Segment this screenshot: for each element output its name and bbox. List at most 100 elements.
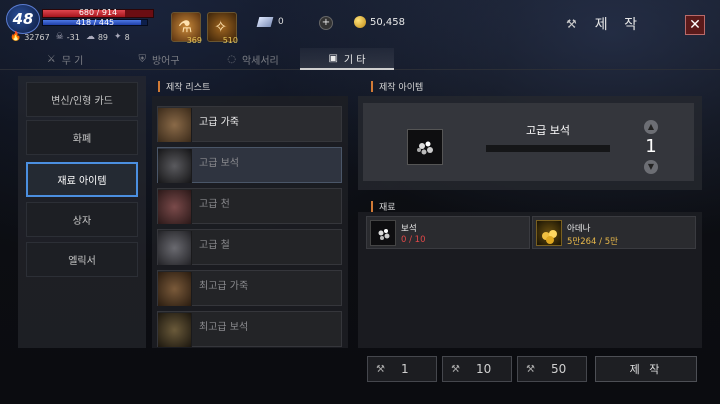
craft-item-panel: 고급 보석 ▲ 1 ▼ bbox=[358, 96, 702, 190]
quantity-50-label: 50 bbox=[550, 362, 567, 376]
hp-text: 680 / 914 bbox=[78, 8, 118, 17]
quick-slot-count: 510 bbox=[222, 36, 238, 45]
stat-pet: ✦ 8 bbox=[114, 32, 130, 42]
list-item[interactable]: 고급 천 bbox=[157, 188, 342, 224]
tab-bar: ⚔ 무 기 ⛨ 방어구 ◌ 악세서리 ▣ 기 타 bbox=[0, 48, 720, 70]
coin-pile-graphic bbox=[542, 230, 557, 244]
scroll-icon: ✧ bbox=[214, 17, 228, 36]
header-accent-bar bbox=[371, 201, 373, 212]
material-slot[interactable]: 아데나 5만264 / 5만 bbox=[532, 216, 696, 249]
hammer-icon: ⚒ bbox=[376, 363, 385, 375]
quantity-1-button[interactable]: ⚒ 1 bbox=[367, 356, 437, 382]
tab-label: 무 기 bbox=[61, 55, 84, 67]
list-item-name: 최고급 가죽 bbox=[199, 281, 249, 292]
category-transform-card[interactable]: 변신/인형 카드 bbox=[26, 82, 138, 117]
add-currency-button[interactable]: + bbox=[319, 16, 333, 30]
increase-quantity-button[interactable]: ▲ bbox=[644, 120, 658, 134]
iron-icon bbox=[158, 231, 192, 265]
craft-item-header: 제작 아이템 bbox=[371, 80, 423, 93]
list-item-name: 고급 천 bbox=[199, 199, 230, 210]
category-currency[interactable]: 화폐 bbox=[26, 120, 138, 155]
stat-karma: ☁ 89 bbox=[86, 32, 108, 42]
karma-icon: ☁ bbox=[85, 32, 95, 42]
craft-item-inner: 고급 보석 ▲ 1 ▼ bbox=[363, 103, 694, 181]
stat-flame: 🔥 32767 bbox=[10, 32, 50, 42]
tab-armor[interactable]: ⛨ 방어구 bbox=[112, 48, 206, 70]
hp-bar: 680 / 914 bbox=[42, 8, 154, 18]
material-slot[interactable]: 보석 0 / 10 bbox=[366, 216, 530, 249]
list-item-name: 고급 가죽 bbox=[199, 117, 239, 128]
decrease-quantity-button[interactable]: ▼ bbox=[644, 160, 658, 174]
tab-label: 방어구 bbox=[151, 55, 180, 67]
ring-icon: ◌ bbox=[227, 53, 236, 65]
adena-currency: 50,458 bbox=[354, 16, 405, 28]
gem-icon bbox=[407, 129, 443, 165]
tab-accessory[interactable]: ◌ 악세서리 bbox=[206, 48, 300, 70]
quantity-stepper: ▲ 1 ▼ bbox=[641, 120, 661, 176]
material-name: 보석 bbox=[401, 224, 417, 234]
craft-item-name: 고급 보석 bbox=[526, 124, 570, 137]
anvil-icon: ⚒ bbox=[566, 17, 583, 31]
quick-slot-potion[interactable]: ⚗ 369 bbox=[171, 12, 202, 45]
gem-icon bbox=[370, 220, 396, 246]
tab-weapon[interactable]: ⚔ 무 기 bbox=[18, 48, 112, 70]
list-item[interactable]: 고급 가죽 bbox=[157, 106, 342, 142]
mp-bar: 418 / 445 bbox=[42, 18, 148, 27]
potion-icon: ⚗ bbox=[178, 17, 193, 36]
list-item[interactable]: 최고급 보석 bbox=[157, 311, 342, 347]
adena-icon bbox=[536, 220, 562, 246]
armor-icon: ⛨ bbox=[138, 53, 146, 65]
close-icon: ✕ bbox=[689, 17, 701, 33]
gem-currency: 0 bbox=[256, 17, 284, 27]
quantity-50-button[interactable]: ⚒ 50 bbox=[517, 356, 587, 382]
gem-cluster-graphic bbox=[378, 229, 390, 240]
craft-list: 고급 가죽 고급 보석 고급 천 고급 철 최고급 가죽 최고급 보석 bbox=[152, 96, 348, 348]
flame-icon: 🔥 bbox=[10, 32, 22, 42]
pet-icon: ✦ bbox=[114, 32, 122, 42]
stat-karma-value: 89 bbox=[97, 32, 109, 42]
material-name: 아데나 bbox=[567, 224, 591, 234]
hammer-icon: ⚒ bbox=[451, 363, 460, 375]
list-item-name: 최고급 보석 bbox=[199, 322, 249, 333]
category-material[interactable]: 재료 아이템 bbox=[26, 162, 138, 197]
quantity-1-label: 1 bbox=[400, 362, 409, 376]
stat-skull: ☠ -31 bbox=[56, 32, 80, 42]
material-count: 0 / 10 bbox=[401, 235, 426, 245]
category-elixir[interactable]: 엘릭서 bbox=[26, 242, 138, 277]
mp-text: 418 / 445 bbox=[75, 18, 115, 27]
material-count: 5만264 / 5만 bbox=[567, 237, 618, 247]
craft-item-title: 제작 아이템 bbox=[379, 83, 424, 93]
skull-icon: ☠ bbox=[55, 32, 64, 42]
page-title: ⚒ 제 작 bbox=[566, 14, 643, 34]
quantity-10-label: 10 bbox=[475, 362, 492, 376]
gem-icon bbox=[256, 17, 274, 27]
gem-icon bbox=[158, 313, 192, 347]
list-item[interactable]: 최고급 가죽 bbox=[157, 270, 342, 306]
list-item-name: 고급 철 bbox=[199, 240, 230, 251]
top-status-bar: 48 680 / 914 418 / 445 🔥 32767 ☠ -31 ☁ 89 ✦… bbox=[0, 0, 720, 48]
adena-count: 50,458 bbox=[370, 16, 405, 28]
gem-count: 0 bbox=[278, 17, 284, 27]
triangle-down-icon: ▼ bbox=[647, 162, 655, 171]
materials-panel: 보석 0 / 10 아데나 5만264 / 5만 bbox=[358, 212, 702, 348]
craft-list-header: 제작 리스트 bbox=[158, 80, 210, 93]
stat-flame-value: 32767 bbox=[24, 32, 50, 42]
quick-slot-scroll[interactable]: ✧ 510 bbox=[207, 12, 238, 45]
leather-icon bbox=[158, 108, 192, 142]
craft-list-title: 제작 리스트 bbox=[166, 83, 211, 93]
leather-icon bbox=[158, 272, 192, 306]
stat-pet-value: 8 bbox=[124, 32, 130, 42]
list-item[interactable]: 고급 보석 bbox=[157, 147, 342, 183]
category-box[interactable]: 상자 bbox=[26, 202, 138, 237]
tab-etc[interactable]: ▣ 기 타 bbox=[300, 48, 394, 70]
quick-slot-count: 369 bbox=[186, 36, 202, 45]
category-sidebar: 변신/인형 카드 화폐 재료 아이템 상자 엘릭서 bbox=[18, 76, 146, 348]
list-item[interactable]: 고급 철 bbox=[157, 229, 342, 265]
craft-button[interactable]: 제 작 bbox=[595, 356, 697, 382]
quantity-10-button[interactable]: ⚒ 10 bbox=[442, 356, 512, 382]
close-button[interactable]: ✕ bbox=[685, 15, 705, 35]
page-title-text: 제 작 bbox=[594, 17, 643, 33]
player-stats: 🔥 32767 ☠ -31 ☁ 89 ✦ 8 bbox=[10, 32, 130, 42]
tab-label: 기 타 bbox=[343, 54, 366, 66]
stat-skull-value: -31 bbox=[66, 32, 80, 42]
